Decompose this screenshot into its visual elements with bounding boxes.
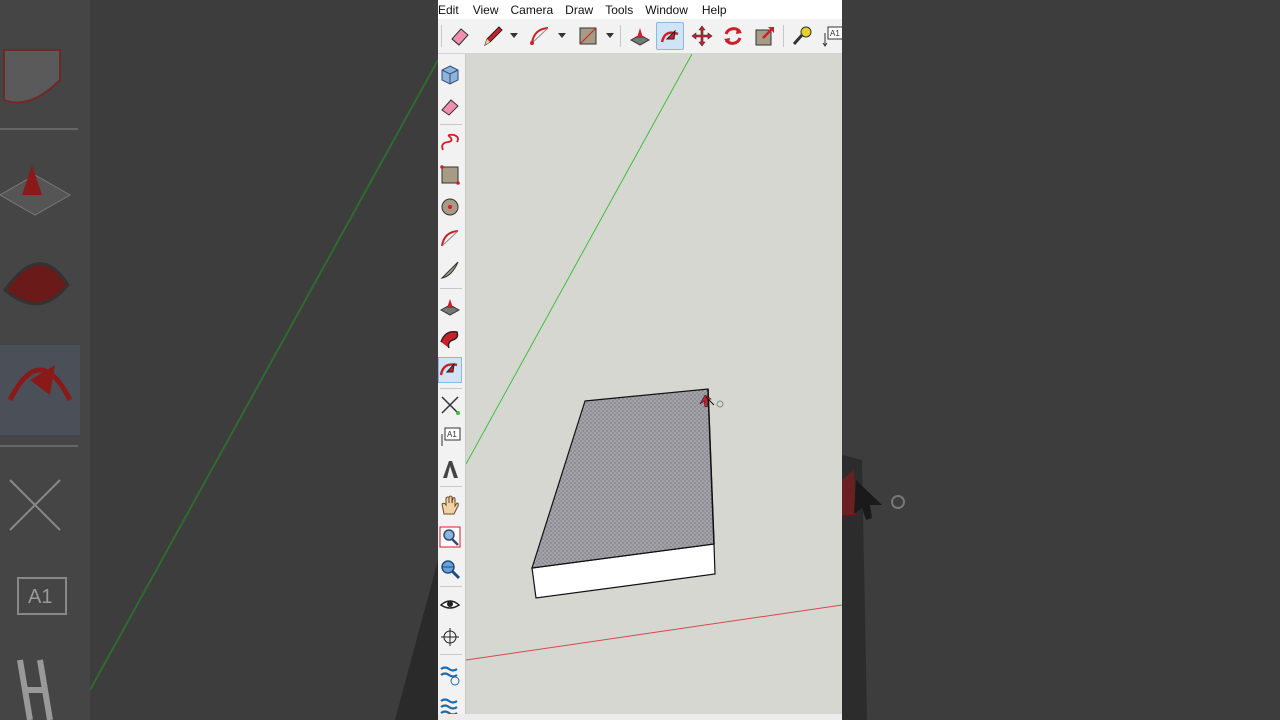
push-pull-side-button[interactable] — [438, 294, 462, 320]
arc-side-button[interactable] — [438, 226, 462, 252]
sidebar-separator — [440, 124, 462, 125]
menu-view[interactable]: View — [473, 3, 511, 17]
sketchup-window: Edit View Camera Draw Tools Window Help — [438, 0, 842, 720]
sidebar-separator — [440, 288, 462, 289]
hand-icon — [441, 495, 459, 515]
push-pull-icon — [439, 299, 461, 316]
freehand-icon — [441, 133, 459, 151]
section-plane-button[interactable] — [438, 662, 462, 688]
red-axis-line — [465, 604, 842, 661]
sidebar-separator — [440, 388, 462, 389]
eraser-tool-button[interactable] — [446, 22, 474, 50]
text-tool-button[interactable]: A1 — [819, 22, 842, 50]
menu-help[interactable]: Help — [702, 3, 733, 17]
follow-me-tool-button[interactable] — [656, 22, 684, 50]
sidebar-separator — [440, 654, 462, 655]
menu-draw[interactable]: Draw — [565, 3, 605, 17]
main-toolbar: A1 — [438, 19, 842, 54]
follow-me-side-button[interactable] — [438, 357, 462, 383]
text-icon: A1 — [441, 427, 461, 446]
rectangle-tool-button[interactable] — [574, 22, 602, 50]
rectangle-dropdown-icon[interactable] — [606, 31, 614, 39]
text-side-label: A1 — [447, 430, 457, 439]
pencil-dropdown-icon[interactable] — [510, 31, 518, 39]
tape-measure-tool-button[interactable] — [788, 22, 816, 50]
background-right-graphics — [842, 455, 905, 720]
move-tool-button[interactable] — [688, 22, 716, 50]
tape-measure-icon — [792, 26, 812, 45]
toolbar-grip — [441, 25, 442, 47]
model-viewport[interactable] — [465, 53, 842, 714]
pie-icon — [440, 261, 459, 279]
text-tool-label: A1 — [830, 29, 840, 38]
menu-tools[interactable]: Tools — [605, 3, 645, 17]
left-toolbar: A1 — [438, 54, 466, 720]
text-icon: A1 — [822, 26, 842, 47]
offset-icon — [440, 331, 459, 349]
eraser-icon — [441, 99, 459, 116]
push-pull-tool-button[interactable] — [626, 22, 654, 50]
components-icon — [441, 65, 459, 85]
eraser-icon — [451, 28, 469, 46]
3d-text-icon — [443, 461, 458, 478]
move-icon — [691, 25, 713, 47]
text-side-button[interactable]: A1 — [438, 424, 462, 450]
offset-tool-button[interactable] — [438, 326, 462, 352]
arc-icon — [530, 27, 549, 45]
status-bar — [438, 714, 842, 720]
3d-text-tool-button[interactable] — [438, 456, 462, 482]
background-right-blur — [842, 0, 1280, 720]
menu-camera[interactable]: Camera — [510, 3, 565, 17]
sidebar-separator — [440, 586, 462, 587]
zoom-icon — [439, 526, 461, 548]
toolbar-separator — [620, 25, 621, 47]
freehand-tool-button[interactable] — [438, 130, 462, 156]
pan-tool-button[interactable] — [438, 492, 462, 518]
scale-icon — [755, 27, 774, 46]
section-plane-icon — [440, 666, 460, 686]
push-pull-icon — [629, 28, 651, 46]
rectangle-icon — [440, 165, 460, 185]
position-camera-button[interactable] — [438, 624, 462, 650]
pencil-icon — [484, 26, 503, 47]
menu-edit[interactable]: Edit — [438, 3, 473, 17]
background-left-blur: A1 — [0, 0, 438, 720]
arc-dropdown-icon[interactable] — [558, 31, 566, 39]
menu-window[interactable]: Window — [645, 3, 702, 17]
pie-tool-button[interactable] — [438, 257, 462, 283]
viewport-canvas[interactable] — [465, 53, 842, 714]
background-left-graphics: A1 — [0, 49, 438, 720]
rectangle-side-button[interactable] — [438, 162, 462, 188]
toolbar-separator — [783, 25, 784, 47]
arc-tool-button[interactable] — [526, 22, 554, 50]
protractor-icon — [441, 396, 460, 415]
eye-icon — [439, 600, 461, 609]
zoom-extents-icon — [441, 560, 461, 580]
box-top-face[interactable] — [531, 388, 715, 569]
arc-icon — [441, 230, 459, 247]
pencil-tool-button[interactable] — [479, 22, 507, 50]
rotate-icon — [724, 27, 742, 45]
follow-me-icon — [660, 29, 679, 43]
menu-bar: Edit View Camera Draw Tools Window Help — [438, 0, 842, 19]
scale-tool-button[interactable] — [751, 22, 779, 50]
zoom-extents-button[interactable] — [438, 556, 462, 582]
look-around-button[interactable] — [438, 592, 462, 618]
svg-text:A1: A1 — [28, 586, 52, 608]
rectangle-icon — [579, 27, 597, 45]
polygon-icon — [441, 198, 459, 216]
sidebar-separator — [440, 486, 462, 487]
rotate-tool-button[interactable] — [719, 22, 747, 50]
protractor-tool-button[interactable] — [438, 392, 462, 418]
eraser-side-button[interactable] — [438, 94, 462, 120]
components-tool-button[interactable] — [438, 62, 462, 88]
polygon-tool-button[interactable] — [438, 194, 462, 220]
follow-me-icon — [439, 362, 458, 376]
zoom-tool-button[interactable] — [438, 524, 462, 550]
crosshair-icon — [441, 628, 459, 646]
